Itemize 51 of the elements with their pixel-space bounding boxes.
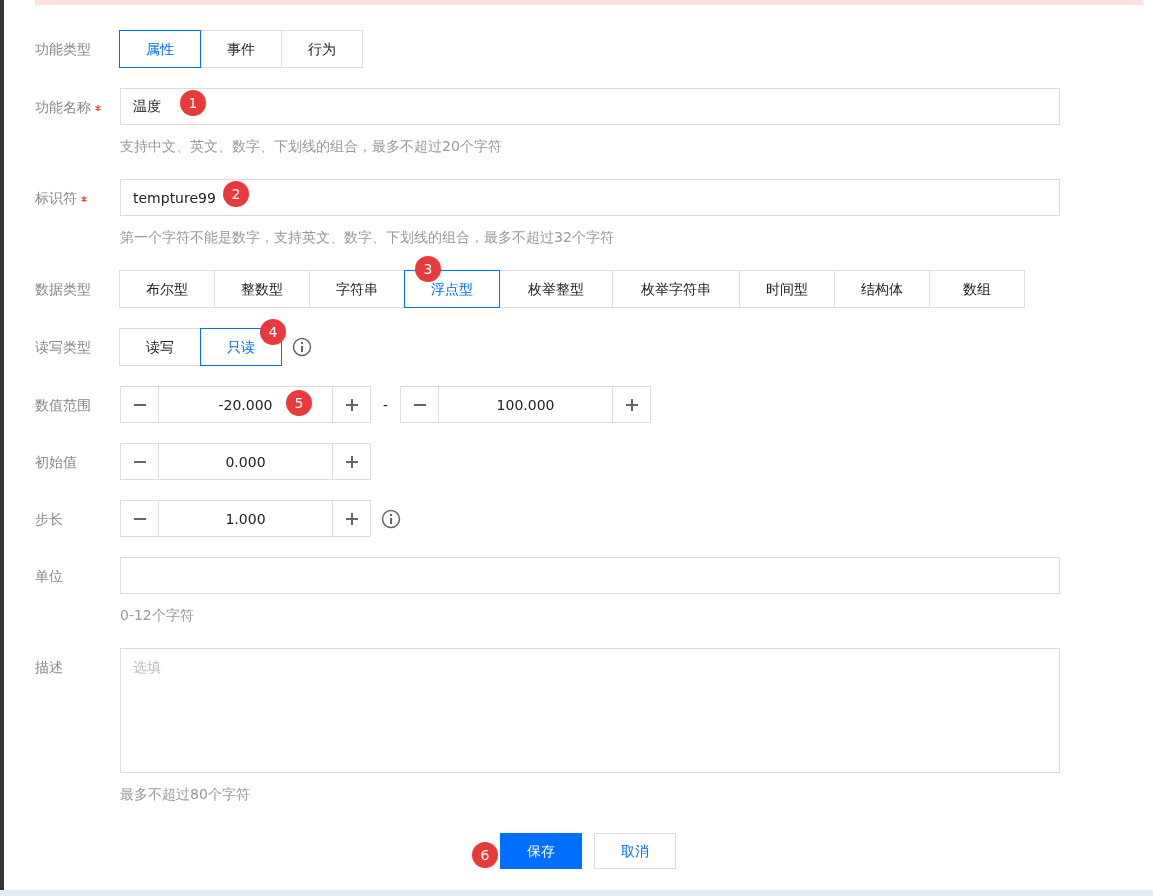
annotation-badge: 4 <box>260 319 286 345</box>
plus-icon <box>624 397 639 412</box>
field-label: 步长 <box>35 511 63 527</box>
segment-tab[interactable]: 布尔型 <box>119 270 215 308</box>
increment-button[interactable] <box>332 443 371 480</box>
segment-tab[interactable]: 整数型 <box>214 270 310 308</box>
increment-button[interactable] <box>332 500 371 537</box>
minus-icon <box>412 403 427 406</box>
segment-tab[interactable]: 行为 <box>281 30 363 68</box>
annotation-badge: 3 <box>415 256 441 282</box>
info-icon[interactable] <box>381 509 401 529</box>
minus-icon <box>132 460 147 463</box>
increment-button[interactable] <box>612 386 652 423</box>
info-icon[interactable] <box>292 337 312 357</box>
segment-tab[interactable]: 数组 <box>929 270 1025 308</box>
cancel-button[interactable]: 取消 <box>594 833 676 869</box>
field-label: 功能名称 <box>35 99 91 115</box>
segment-tab[interactable]: 读写 <box>119 328 201 366</box>
text-field[interactable] <box>120 557 1060 594</box>
number-field[interactable]: 1.000 <box>159 500 332 537</box>
field-label: 读写类型 <box>35 339 91 355</box>
segment-tab[interactable]: 事件 <box>200 30 282 68</box>
description-field[interactable]: 选填 <box>120 648 1060 773</box>
field-label: 初始值 <box>35 454 77 470</box>
hint-text: 最多不超过80个字符 <box>120 785 251 804</box>
number-field[interactable]: 100.000 <box>439 386 613 423</box>
save-button[interactable]: 保存 <box>500 833 582 869</box>
number-field[interactable]: 0.000 <box>159 443 332 480</box>
field-label: 描述 <box>35 659 63 675</box>
field-label: 标识符 <box>35 190 77 206</box>
minus-icon <box>132 403 147 406</box>
segment-tab[interactable]: 枚举字符串 <box>612 270 740 308</box>
segment-tab[interactable]: 时间型 <box>739 270 835 308</box>
plus-icon <box>344 397 359 412</box>
range-separator: - <box>382 396 390 415</box>
field-label: 功能类型 <box>35 41 91 57</box>
field-label: 单位 <box>35 568 63 584</box>
segment-tab[interactable]: 字符串 <box>309 270 405 308</box>
hint-text: 第一个字符不能是数字，支持英文、数字、下划线的组合，最多不超过32个字符 <box>120 228 615 247</box>
segment-tab[interactable]: 属性 <box>119 30 201 68</box>
field-label: 数值范围 <box>35 397 91 413</box>
segment-tab[interactable]: 枚举整型 <box>499 270 613 308</box>
hint-text: 支持中文、英文、数字、下划线的组合，最多不超过20个字符 <box>120 137 503 156</box>
plus-icon <box>344 511 359 526</box>
hint-text: 0-12个字符 <box>120 606 195 625</box>
annotation-badge: 6 <box>472 842 498 868</box>
segment-tab[interactable]: 结构体 <box>834 270 930 308</box>
plus-icon <box>344 454 359 469</box>
field-label: 数据类型 <box>35 281 91 297</box>
increment-button[interactable] <box>332 386 371 423</box>
minus-icon <box>132 517 147 520</box>
